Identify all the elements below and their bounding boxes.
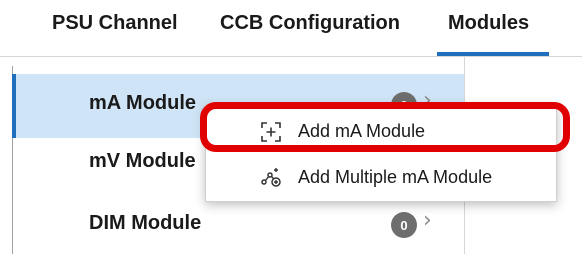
add-ma-module-menu-item[interactable]: Add mA Module	[206, 109, 556, 155]
sidebar-item-label: DIM Module	[89, 212, 202, 234]
menu-item-label: Add mA Module	[298, 121, 426, 141]
sidebar-item-label: mA Module	[89, 92, 197, 114]
context-menu: Add mA Module Add Multiple mA Module	[205, 104, 557, 202]
sidebar-item-dim-module[interactable]: DIM Module 0 ›	[13, 194, 465, 258]
tab-divider	[0, 56, 582, 57]
add-icon	[261, 122, 281, 142]
tab-ccb-configuration[interactable]: CCB Configuration	[220, 12, 400, 35]
multi-add-icon	[261, 168, 281, 187]
count-badge: 0	[391, 212, 417, 238]
tab-bar: PSU Channel CCB Configuration Modules	[0, 0, 582, 58]
chevron-right-icon[interactable]: ›	[423, 208, 432, 233]
add-multiple-ma-module-menu-item[interactable]: Add Multiple mA Module	[206, 155, 556, 201]
sidebar-item-label: mV Module	[89, 150, 196, 172]
menu-item-label: Add Multiple mA Module	[298, 167, 493, 187]
tab-psu-channel[interactable]: PSU Channel	[52, 12, 178, 35]
tab-modules[interactable]: Modules	[448, 12, 529, 35]
